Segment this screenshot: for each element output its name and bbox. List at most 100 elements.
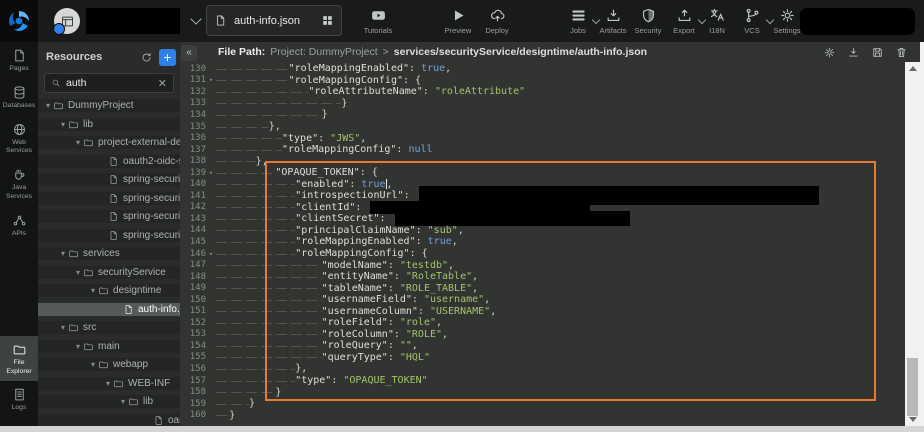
fold-arrow-icon[interactable]: ▾: [206, 169, 216, 177]
line-number: 137: [180, 145, 206, 155]
file-settings-button[interactable]: [823, 46, 836, 59]
expand-arrow-icon[interactable]: ▾: [61, 249, 65, 258]
sidebar-item-java-services[interactable]: Java Services: [0, 161, 38, 207]
app-logo[interactable]: [0, 0, 38, 42]
line-number: 150: [180, 295, 206, 305]
expand-arrow-icon[interactable]: ▾: [106, 379, 110, 388]
code-line-154: 154"roleQuery": "",: [180, 340, 905, 352]
toolbar-deploy-button[interactable]: Deploy: [469, 7, 525, 35]
line-number: 132: [180, 87, 206, 97]
tree-file-spring-security-oaut[interactable]: spring-security-oaut: [38, 210, 180, 223]
file-icon: [108, 193, 119, 204]
tree-folder-designtime[interactable]: ▾ designtime: [38, 284, 180, 297]
expand-arrow-icon[interactable]: ▾: [46, 101, 50, 110]
tree-file-spring-security-oaut[interactable]: spring-security-oaut: [38, 173, 180, 186]
scrollbar-thumb[interactable]: [907, 358, 918, 416]
indent-guide: [216, 178, 295, 190]
editor-scrollbar[interactable]: [905, 62, 920, 426]
tree-item-label: designtime: [113, 285, 161, 296]
code-token: "ROLE": [406, 329, 442, 340]
expand-arrow-icon[interactable]: ▾: [91, 286, 95, 295]
code-content[interactable]: 130"roleMappingEnabled": true,131▾"roleM…: [180, 63, 905, 426]
clear-search-icon[interactable]: ✕: [158, 77, 167, 90]
tree-folder-WEB-INF[interactable]: ▾WEB-INF: [38, 377, 180, 390]
scroll-down-arrow[interactable]: [905, 413, 920, 426]
tree-file-auth-info.json[interactable]: auth-info.json: [38, 303, 180, 316]
tree-file-spring-security-oaut[interactable]: spring-security-oaut: [38, 192, 180, 205]
code-token: : {: [403, 75, 421, 86]
code-editor[interactable]: 130"roleMappingEnabled": true,131▾"roleM…: [180, 62, 920, 426]
delete-file-button[interactable]: [895, 46, 908, 59]
fold-arrow-icon[interactable]: ▾: [206, 76, 216, 84]
line-number: 148: [180, 272, 206, 282]
code-token: :: [388, 340, 400, 351]
expand-arrow-icon[interactable]: ▾: [61, 323, 65, 332]
sidebar-item-apis[interactable]: APIs: [0, 207, 38, 244]
tree-folder-main[interactable]: ▾main: [38, 340, 180, 353]
sidebar-item-web-services[interactable]: Web Services: [0, 116, 38, 162]
sidebar-item-file-explorer[interactable]: File Explorer: [0, 336, 38, 382]
sidebar-item-label: Pages: [9, 65, 28, 74]
sidebar-item-label: Web Services: [1, 139, 37, 157]
code-token: ,: [448, 260, 454, 271]
expand-arrow-icon[interactable]: ▾: [61, 120, 65, 129]
code-token: "roleColumn": [322, 329, 394, 340]
window-right-edge: [920, 42, 924, 432]
tree-item-label: auth-info.json: [138, 304, 180, 315]
code-line-157: 157"type": "OPAQUE_TOKEN": [180, 375, 905, 387]
tree-folder-src[interactable]: ▾src: [38, 321, 180, 334]
tree-folder-lib[interactable]: ▾lib: [38, 395, 180, 408]
indent-guide: [216, 294, 322, 306]
code-line-155: 155"queryType": "HQL": [180, 352, 905, 364]
folder-icon: [83, 267, 94, 278]
expand-arrow-icon[interactable]: ▾: [91, 360, 95, 369]
tab-auth-info-json[interactable]: auth-info.json: [206, 5, 342, 36]
sidebar-item-label: Logs: [12, 404, 27, 413]
tree-folder-DummyProject[interactable]: ▾DummyProject: [38, 99, 180, 112]
toolbar-label: Settings: [773, 26, 800, 35]
tree-folder-services[interactable]: ▾services: [38, 247, 180, 260]
code-line-149: 149"tableName": "ROLE_TABLE",: [180, 282, 905, 294]
tree-file-spring-security-oaut[interactable]: spring-security-oaut: [38, 229, 180, 242]
code-token: "roleMappingConfig": [289, 75, 403, 86]
search-input[interactable]: [66, 77, 153, 89]
line-number: 133: [180, 98, 206, 108]
collapse-panel-button[interactable]: «: [181, 45, 197, 61]
expand-arrow-icon[interactable]: ▾: [76, 342, 80, 351]
tree-folder-lib[interactable]: ▾lib: [38, 118, 180, 131]
code-token: "principalClaimName": [295, 225, 415, 236]
line-number: 149: [180, 283, 206, 293]
indent-guide: [216, 75, 289, 87]
code-line-139: 139▾"OPAQUE_TOKEN": {: [180, 167, 905, 179]
sidebar-item-databases[interactable]: Databases: [0, 79, 38, 116]
tree-file-oauth2-oidc-sdk-10[interactable]: oauth2-oidc-sdk-10: [38, 155, 180, 168]
code-token: :: [394, 329, 406, 340]
scroll-up-arrow[interactable]: [905, 62, 920, 75]
tree-file-oauth2-o[interactable]: oauth2-o: [38, 414, 180, 427]
tree-folder-webapp[interactable]: ▾webapp: [38, 358, 180, 371]
sidebar-item-pages[interactable]: Pages: [0, 42, 38, 79]
download-file-button[interactable]: [847, 46, 860, 59]
sidebar-item-logs[interactable]: Logs: [0, 381, 38, 418]
code-token: }: [275, 387, 281, 398]
code-token: "roleField": [322, 317, 388, 328]
code-token: "HQL": [400, 352, 430, 363]
refresh-button[interactable]: [140, 51, 153, 64]
tree-folder-securityService[interactable]: ▾securityService: [38, 266, 180, 279]
indent-guide: [216, 109, 322, 121]
grid-icon[interactable]: [321, 14, 334, 27]
indent-guide: [216, 225, 295, 237]
project-selector[interactable]: [54, 7, 200, 35]
expand-arrow-icon[interactable]: ▾: [76, 268, 80, 277]
toolbar-tutorials-button[interactable]: Tutorials: [350, 7, 406, 35]
add-resource-button[interactable]: +: [159, 49, 176, 66]
code-token: "roleMappingConfig": [295, 248, 409, 259]
code-token: :: [394, 271, 406, 282]
indent-guide: [216, 271, 322, 283]
fold-arrow-icon[interactable]: ▾: [206, 250, 216, 258]
code-token: ,: [436, 317, 442, 328]
expand-arrow-icon[interactable]: ▾: [76, 138, 80, 147]
save-file-button[interactable]: [871, 46, 884, 59]
tree-folder-project-external-depen[interactable]: ▾project-external-depen: [38, 136, 180, 149]
expand-arrow-icon[interactable]: ▾: [121, 397, 125, 406]
